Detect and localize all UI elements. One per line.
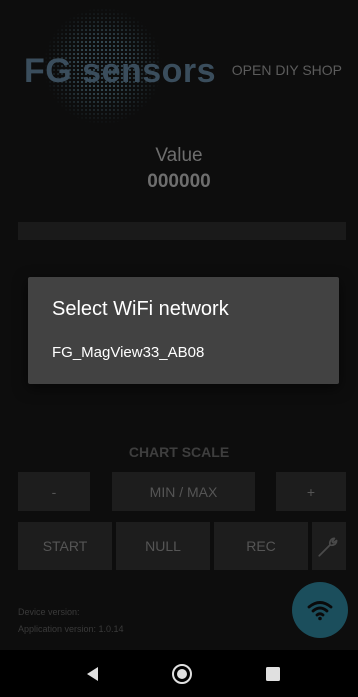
scale-minmax-button[interactable]: MIN / MAX	[112, 472, 255, 511]
scale-minus-button[interactable]: -	[18, 472, 90, 511]
back-triangle-icon	[87, 666, 98, 681]
app-version-text: Application version: 1.0.14	[18, 624, 124, 634]
nav-recents-button[interactable]	[243, 650, 303, 697]
wifi-icon	[307, 601, 333, 621]
recents-square-icon	[266, 666, 280, 681]
nav-home-button[interactable]	[152, 650, 212, 697]
value-label: Value	[155, 145, 203, 166]
home-circle-icon	[172, 663, 192, 684]
nav-back-button[interactable]	[62, 650, 122, 697]
null-button[interactable]: NULL	[116, 522, 210, 570]
scale-plus-button[interactable]: +	[276, 472, 346, 511]
wifi-network-item[interactable]: FG_MagView33_AB08	[52, 344, 204, 361]
wifi-fab-button[interactable]	[292, 582, 348, 638]
value-bar	[18, 222, 346, 240]
system-nav-bar	[0, 650, 358, 697]
chart-scale-label: CHART SCALE	[128, 444, 230, 460]
settings-button[interactable]	[312, 522, 346, 570]
rec-button[interactable]: REC	[214, 522, 308, 570]
app-logo: FG sensors	[24, 52, 217, 90]
dialog-title: Select WiFi network	[52, 298, 229, 320]
open-shop-link[interactable]: OPEN DIY SHOP	[232, 62, 342, 78]
device-version-text: Device version:	[18, 607, 80, 617]
value-readout: 000000	[147, 171, 211, 192]
wifi-select-dialog: Select WiFi network FG_MagView33_AB08	[28, 277, 339, 384]
app-screen: FG sensors OPEN DIY SHOP Value 000000 CH…	[0, 0, 358, 697]
start-button[interactable]: START	[18, 522, 112, 570]
wrench-icon	[318, 537, 338, 557]
